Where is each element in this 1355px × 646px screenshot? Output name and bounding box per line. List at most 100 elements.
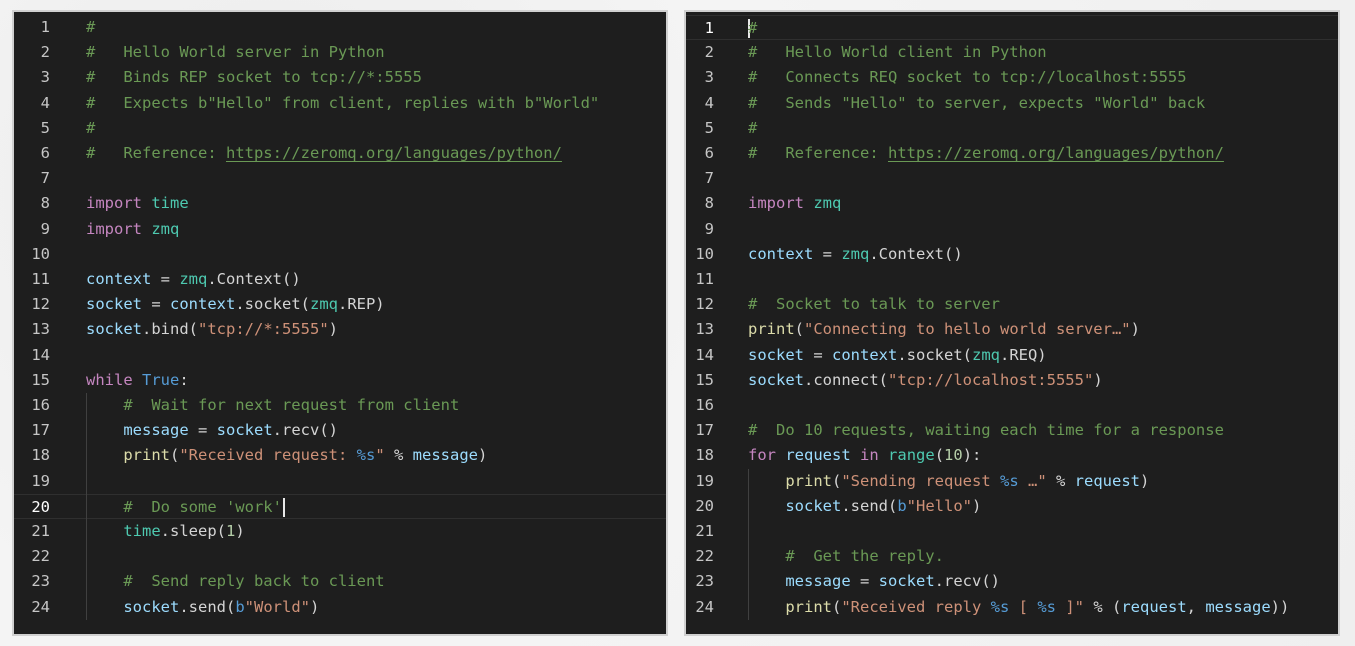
code-line[interactable]: 19 print("Sending request %s …" % reques… <box>686 469 1338 494</box>
code-text[interactable]: # <box>86 15 666 40</box>
code-text[interactable]: import time <box>86 191 666 216</box>
code-line[interactable]: 18 for request in range(10): <box>686 443 1338 468</box>
code-line[interactable]: 22 # Get the reply. <box>686 544 1338 569</box>
code-line[interactable]: 21 time.sleep(1) <box>14 519 666 544</box>
code-line[interactable]: 14 socket = context.socket(zmq.REQ) <box>686 343 1338 368</box>
code-line[interactable]: 23 message = socket.recv() <box>686 569 1338 594</box>
code-text[interactable]: context = zmq.Context() <box>86 267 666 292</box>
code-text[interactable]: print("Received reply %s [ %s ]" % (requ… <box>748 595 1338 620</box>
code-line[interactable]: 12 socket = context.socket(zmq.REP) <box>14 292 666 317</box>
code-text[interactable] <box>86 343 666 368</box>
code-text[interactable]: socket = context.socket(zmq.REP) <box>86 292 666 317</box>
code-line[interactable]: 8 import zmq <box>686 191 1338 216</box>
code-line[interactable]: 1 # <box>686 15 1338 41</box>
code-line[interactable]: 13 print("Connecting to hello world serve… <box>686 317 1338 342</box>
code-line[interactable]: 4 # Expects b"Hello" from client, replies… <box>14 91 666 116</box>
code-text[interactable] <box>748 519 1338 544</box>
code-line[interactable]: 15 socket.connect("tcp://localhost:5555") <box>686 368 1338 393</box>
code-text[interactable]: socket.bind("tcp://*:5555") <box>86 317 666 342</box>
code-text[interactable]: for request in range(10): <box>748 443 1338 468</box>
code-line[interactable]: 20 socket.send(b"Hello") <box>686 494 1338 519</box>
code-line[interactable]: 2 # Hello World server in Python <box>14 40 666 65</box>
code-text[interactable]: # Binds REP socket to tcp://*:5555 <box>86 65 666 90</box>
code-line[interactable]: 11 <box>686 267 1338 292</box>
code-text[interactable]: # Do 10 requests, waiting each time for … <box>748 418 1338 443</box>
code-text[interactable]: print("Received request: %s" % message) <box>86 443 666 468</box>
code-text[interactable]: # Hello World client in Python <box>748 40 1338 65</box>
code-text[interactable] <box>86 166 666 191</box>
code-text[interactable]: message = socket.recv() <box>748 569 1338 594</box>
code-line[interactable]: 15 while True: <box>14 368 666 393</box>
code-text[interactable] <box>748 267 1338 292</box>
code-line[interactable]: 6 # Reference: https://zeromq.org/languag… <box>14 141 666 166</box>
code-line[interactable]: 13 socket.bind("tcp://*:5555") <box>14 317 666 342</box>
code-line[interactable]: 22 <box>14 544 666 569</box>
server-code-editor[interactable]: 1 #2 # Hello World server in Python 3 # Bind… <box>12 10 668 636</box>
code-text[interactable]: print("Sending request %s …" % request) <box>748 469 1338 494</box>
code-text[interactable]: # <box>86 116 666 141</box>
code-line[interactable]: 20 # Do some 'work' <box>14 493 666 519</box>
code-line[interactable]: 24 print("Received reply %s [ %s ]" % (r… <box>686 595 1338 620</box>
code-token-link[interactable]: https://zeromq.org/languages/python/ <box>888 144 1224 162</box>
code-line[interactable]: 24 socket.send(b"World") <box>14 595 666 620</box>
code-line[interactable]: 9 <box>686 217 1338 242</box>
code-line[interactable]: 10 context = zmq.Context() <box>686 242 1338 267</box>
code-line[interactable]: 19 <box>14 469 666 494</box>
code-text[interactable]: # Expects b"Hello" from client, replies … <box>86 91 666 116</box>
code-text[interactable] <box>748 393 1338 418</box>
code-line[interactable]: 23 # Send reply back to client <box>14 569 666 594</box>
code-line[interactable]: 21 <box>686 519 1338 544</box>
code-text[interactable]: print("Connecting to hello world server…… <box>748 317 1338 342</box>
code-text[interactable]: # Do some 'work' <box>86 495 666 518</box>
code-text[interactable]: context = zmq.Context() <box>748 242 1338 267</box>
code-text[interactable] <box>86 242 666 267</box>
code-text[interactable]: # Reference: https://zeromq.org/language… <box>748 141 1338 166</box>
code-text[interactable]: message = socket.recv() <box>86 418 666 443</box>
code-line[interactable]: 4 # Sends "Hello" to server, expects "Wor… <box>686 91 1338 116</box>
code-text[interactable]: time.sleep(1) <box>86 519 666 544</box>
code-text[interactable]: # Socket to talk to server <box>748 292 1338 317</box>
code-line[interactable]: 7 <box>686 166 1338 191</box>
code-line[interactable]: 5 # <box>14 116 666 141</box>
code-text[interactable]: socket.connect("tcp://localhost:5555") <box>748 368 1338 393</box>
code-line[interactable]: 10 <box>14 242 666 267</box>
code-text[interactable]: # Hello World server in Python <box>86 40 666 65</box>
code-text[interactable] <box>86 469 666 494</box>
code-text[interactable]: # Send reply back to client <box>86 569 666 594</box>
code-line[interactable]: 17 # Do 10 requests, waiting each time fo… <box>686 418 1338 443</box>
code-text[interactable]: while True: <box>86 368 666 393</box>
code-text[interactable] <box>748 217 1338 242</box>
code-text[interactable]: import zmq <box>748 191 1338 216</box>
code-line[interactable]: 3 # Binds REP socket to tcp://*:5555 <box>14 65 666 90</box>
code-line[interactable]: 5 # <box>686 116 1338 141</box>
code-line[interactable]: 18 print("Received request: %s" % messag… <box>14 443 666 468</box>
code-line[interactable]: 16 # Wait for next request from client <box>14 393 666 418</box>
code-token-link[interactable]: https://zeromq.org/languages/python/ <box>226 144 562 162</box>
code-text[interactable]: socket.send(b"World") <box>86 595 666 620</box>
code-text[interactable]: # Connects REQ socket to tcp://localhost… <box>748 65 1338 90</box>
code-line[interactable]: 1 # <box>14 15 666 40</box>
code-text[interactable]: socket = context.socket(zmq.REQ) <box>748 343 1338 368</box>
code-line[interactable]: 9 import zmq <box>14 217 666 242</box>
code-text[interactable]: # Sends "Hello" to server, expects "Worl… <box>748 91 1338 116</box>
code-line[interactable]: 11 context = zmq.Context() <box>14 267 666 292</box>
code-text[interactable]: # <box>748 16 1338 39</box>
code-line[interactable]: 12 # Socket to talk to server <box>686 292 1338 317</box>
code-text[interactable]: socket.send(b"Hello") <box>748 494 1338 519</box>
code-line[interactable]: 2 # Hello World client in Python <box>686 40 1338 65</box>
code-line[interactable]: 8 import time <box>14 191 666 216</box>
code-line[interactable]: 3 # Connects REQ socket to tcp://localhos… <box>686 65 1338 90</box>
client-code-editor[interactable]: 1 #2 # Hello World client in Python 3 # Conn… <box>684 10 1340 636</box>
code-line[interactable]: 14 <box>14 343 666 368</box>
code-text[interactable]: # Reference: https://zeromq.org/language… <box>86 141 666 166</box>
code-text[interactable]: import zmq <box>86 217 666 242</box>
code-text[interactable]: # Wait for next request from client <box>86 393 666 418</box>
code-line[interactable]: 17 message = socket.recv() <box>14 418 666 443</box>
code-text[interactable]: # Get the reply. <box>748 544 1338 569</box>
code-line[interactable]: 6 # Reference: https://zeromq.org/languag… <box>686 141 1338 166</box>
code-text[interactable] <box>86 544 666 569</box>
code-line[interactable]: 7 <box>14 166 666 191</box>
code-text[interactable]: # <box>748 116 1338 141</box>
code-line[interactable]: 16 <box>686 393 1338 418</box>
code-text[interactable] <box>748 166 1338 191</box>
